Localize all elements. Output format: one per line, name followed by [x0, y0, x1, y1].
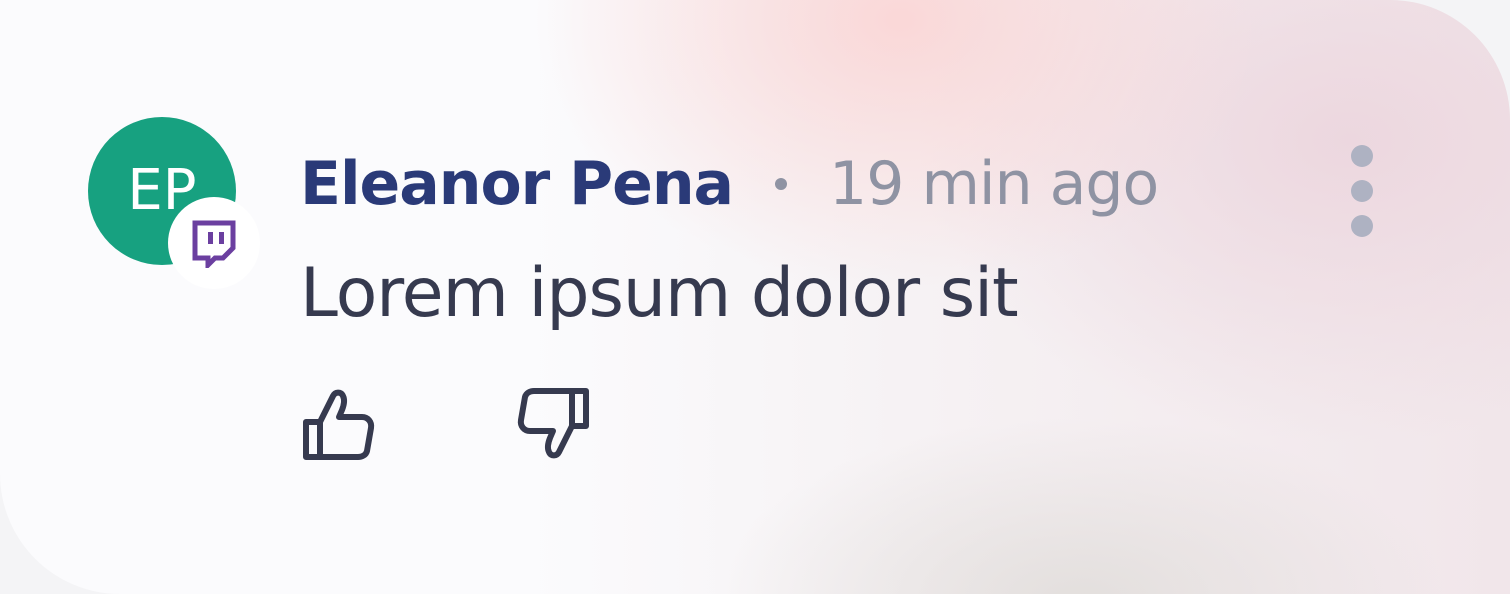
twitch-icon: [192, 220, 236, 268]
more-vertical-icon-dot: [1351, 180, 1373, 202]
more-options-button[interactable]: [1340, 145, 1384, 237]
comment-card: EP Eleanor Pena 19 min ago Lorem ipsum d…: [0, 0, 1510, 594]
thumbs-up-icon: [303, 389, 375, 460]
separator-dot: [775, 178, 788, 190]
like-button[interactable]: [300, 384, 380, 464]
comment-header: Eleanor Pena 19 min ago: [300, 142, 1159, 226]
more-vertical-icon-dot: [1351, 215, 1373, 237]
more-vertical-icon-dot: [1351, 145, 1373, 167]
dislike-button[interactable]: [512, 384, 592, 464]
thumbs-down-icon: [517, 388, 589, 459]
platform-badge: [168, 197, 260, 289]
author-name[interactable]: Eleanor Pena: [300, 149, 734, 219]
timestamp: 19 min ago: [829, 149, 1159, 219]
comment-text: Lorem ipsum dolor sit: [300, 254, 1019, 333]
